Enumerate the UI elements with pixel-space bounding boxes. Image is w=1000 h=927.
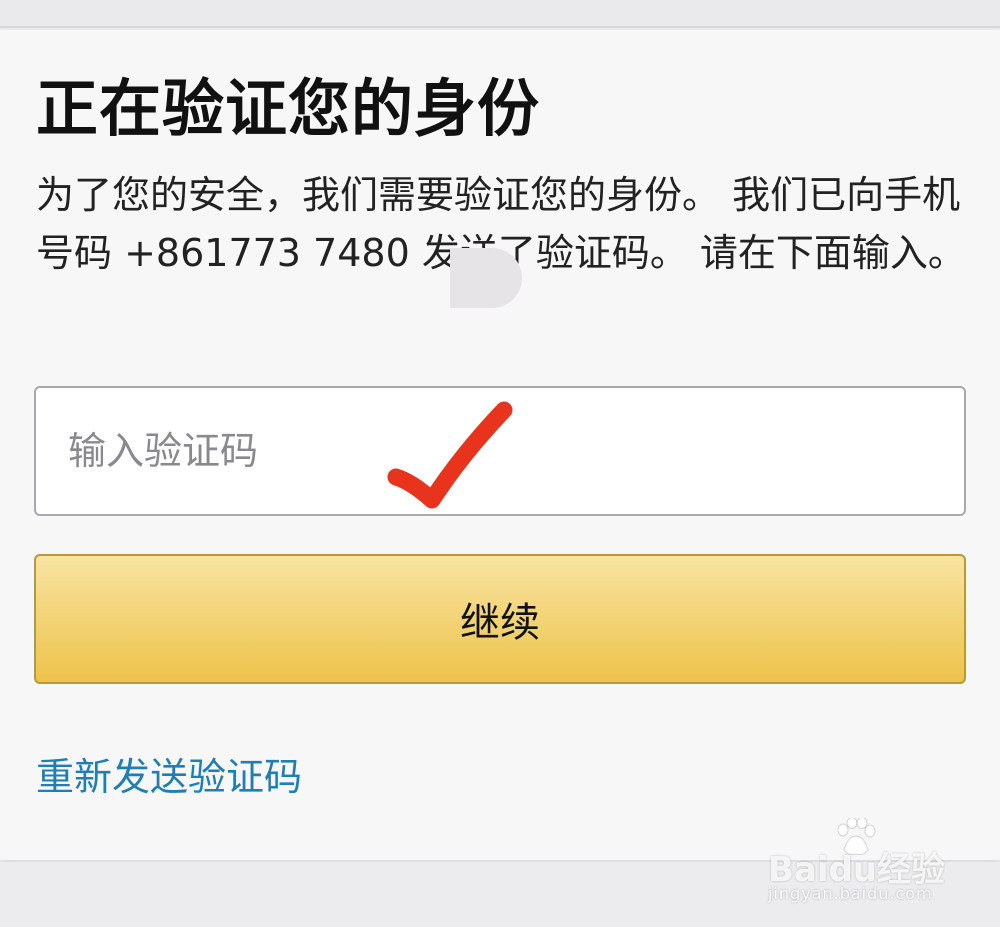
baidu-watermark: Baidu经验 jingyan.baidu.com (768, 818, 968, 903)
verification-screen: 正在验证您的身份 为了您的安全，我们需要验证您的身份。 我们已向手机号码 +86… (0, 0, 1000, 927)
verification-code-input[interactable] (34, 386, 966, 516)
page-title: 正在验证您的身份 (36, 72, 541, 145)
top-edge (0, 0, 1000, 28)
verification-card: 正在验证您的身份 为了您的安全，我们需要验证您的身份。 我们已向手机号码 +86… (0, 30, 1000, 860)
redaction-mark (450, 248, 522, 308)
resend-code-link[interactable]: 重新发送验证码 (36, 746, 302, 801)
watermark-url: jingyan.baidu.com (768, 884, 933, 903)
continue-button[interactable]: 继续 (34, 554, 966, 684)
